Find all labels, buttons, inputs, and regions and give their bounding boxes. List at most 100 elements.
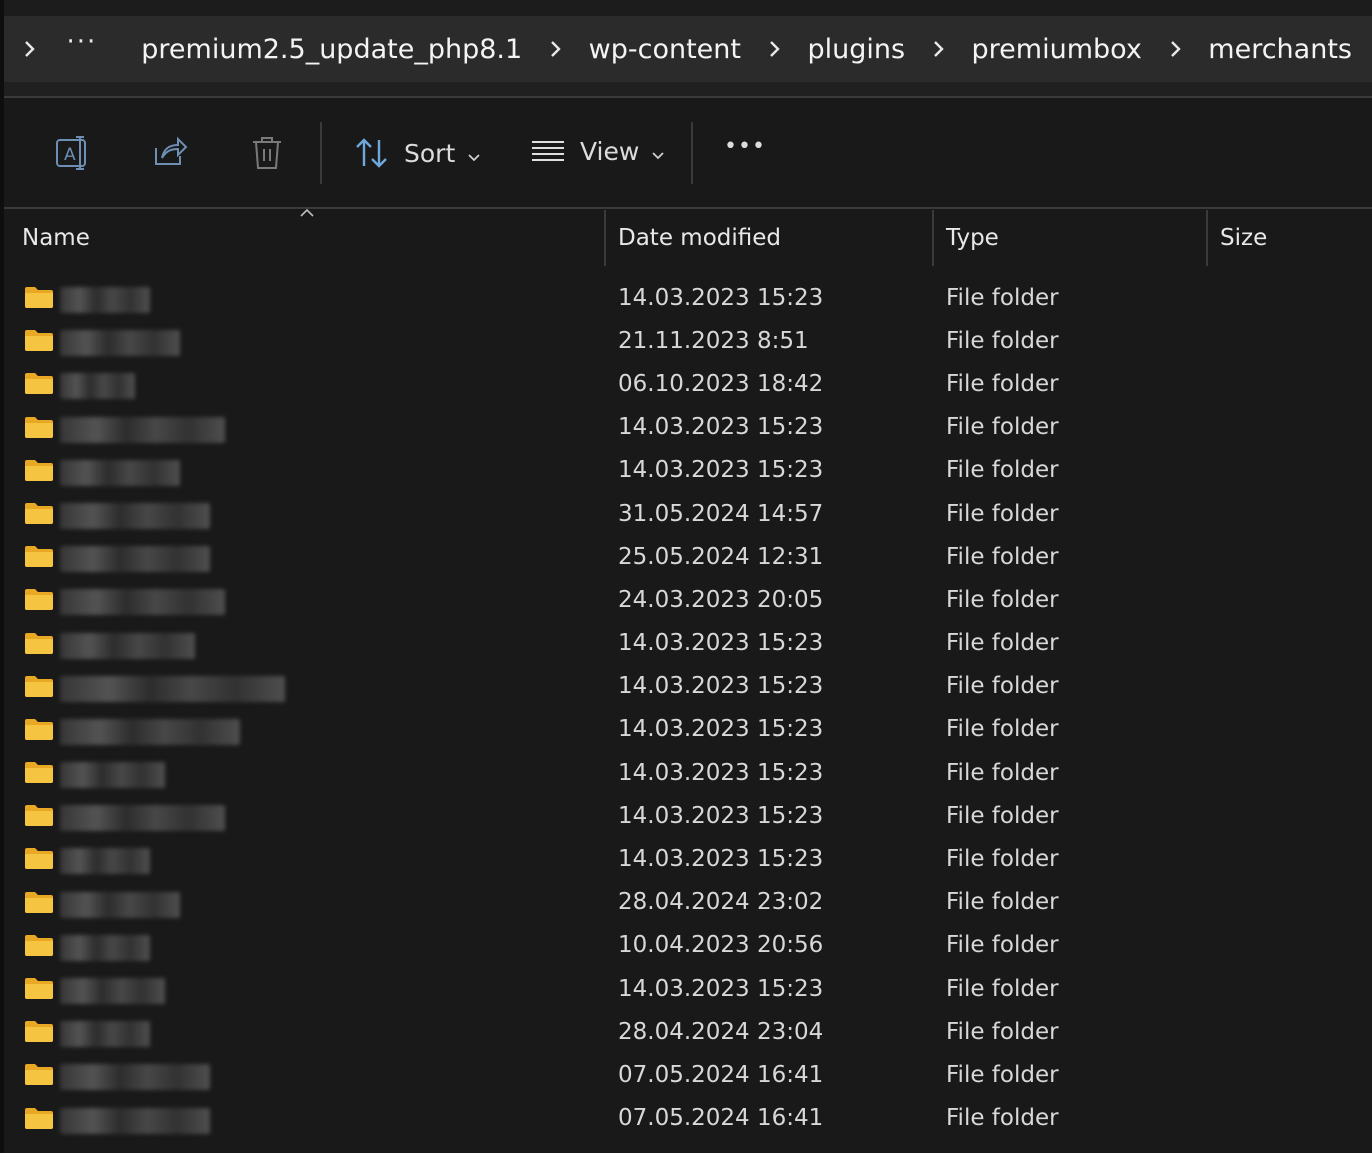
file-list: 14.03.2023 15:23 File folder 21.11.2023 8:… <box>0 276 1372 1140</box>
redacted-file-name <box>60 1021 150 1048</box>
trash-icon <box>250 134 284 172</box>
share-button[interactable] <box>152 134 188 170</box>
date-modified-cell: 25.05.2024 12:31 <box>618 543 824 570</box>
table-row[interactable]: 24.03.2023 20:05 File folder <box>0 578 1372 621</box>
table-row[interactable]: 07.05.2024 16:41 File folder <box>0 1097 1372 1140</box>
rename-icon: A <box>54 134 92 172</box>
redacted-file-name <box>60 546 210 573</box>
date-modified-cell: 10.04.2023 20:56 <box>618 932 824 959</box>
table-row[interactable]: 28.04.2024 23:04 File folder <box>0 1010 1372 1053</box>
command-bar: A Sort View ••• <box>4 98 1372 208</box>
date-modified-cell: 31.05.2024 14:57 <box>618 500 824 527</box>
view-button[interactable]: View <box>530 136 665 166</box>
breadcrumb-item-wp-content[interactable]: wp-content <box>569 34 761 65</box>
redacted-file-name <box>60 1107 210 1134</box>
redacted-file-name <box>60 589 225 616</box>
type-cell: File folder <box>946 1105 1059 1132</box>
redacted-file-name <box>60 805 225 832</box>
type-cell: File folder <box>946 802 1059 829</box>
redacted-file-name <box>60 459 180 486</box>
rename-button[interactable]: A <box>54 134 92 172</box>
column-header-type[interactable]: Type <box>946 210 1202 266</box>
folder-icon <box>25 718 53 740</box>
table-row[interactable]: 06.10.2023 18:42 File folder <box>0 362 1372 405</box>
folder-icon <box>25 589 53 611</box>
table-row[interactable]: 25.05.2024 12:31 File folder <box>0 535 1372 578</box>
date-modified-cell: 14.03.2023 15:23 <box>618 716 824 743</box>
table-row[interactable]: 10.04.2023 20:56 File folder <box>0 924 1372 967</box>
address-bar-gap <box>4 82 1372 96</box>
table-row[interactable]: 14.03.2023 15:23 File folder <box>0 794 1372 837</box>
folder-icon <box>25 416 53 438</box>
chevron-right-icon[interactable] <box>761 39 787 59</box>
column-divider[interactable] <box>932 210 934 266</box>
folder-icon <box>25 891 53 913</box>
breadcrumb-item-plugins[interactable]: plugins <box>787 34 925 65</box>
chevron-right-icon[interactable] <box>16 39 42 59</box>
table-row[interactable]: 14.03.2023 15:23 File folder <box>0 276 1372 319</box>
date-modified-cell: 14.03.2023 15:23 <box>618 457 824 484</box>
redacted-file-name <box>60 891 180 918</box>
table-row[interactable]: 14.03.2023 15:23 File folder <box>0 751 1372 794</box>
table-row[interactable]: 31.05.2024 14:57 File folder <box>0 492 1372 535</box>
redacted-file-name <box>60 675 285 702</box>
column-header-date-modified[interactable]: Date modified <box>618 210 928 266</box>
column-header-name[interactable]: Name <box>22 210 602 266</box>
folder-icon <box>25 373 53 395</box>
table-row[interactable]: 14.03.2023 15:23 File folder <box>0 622 1372 665</box>
date-modified-cell: 14.03.2023 15:23 <box>618 630 824 657</box>
folder-icon <box>25 1064 53 1086</box>
more-options-button[interactable]: ••• <box>724 134 766 159</box>
date-modified-cell: 24.03.2023 20:05 <box>618 586 824 613</box>
type-cell: File folder <box>946 284 1059 311</box>
sort-button[interactable]: Sort <box>354 136 481 170</box>
more-icon: ••• <box>724 134 766 159</box>
folder-icon <box>25 848 53 870</box>
chevron-right-icon[interactable] <box>1162 39 1188 59</box>
type-cell: File folder <box>946 370 1059 397</box>
sort-icon <box>354 136 390 170</box>
column-header-size[interactable]: Size <box>1220 210 1370 266</box>
breadcrumb-item-project[interactable]: premium2.5_update_php8.1 <box>121 34 542 65</box>
table-row[interactable]: 14.03.2023 15:23 File folder <box>0 449 1372 492</box>
table-row[interactable]: 21.11.2023 8:51 File folder <box>0 319 1372 362</box>
chevron-right-icon[interactable] <box>542 39 568 59</box>
delete-button[interactable] <box>250 134 284 172</box>
folder-icon <box>25 502 53 524</box>
type-cell: File folder <box>946 673 1059 700</box>
redacted-file-name <box>60 287 150 313</box>
table-row[interactable]: 14.03.2023 15:23 File folder <box>0 837 1372 880</box>
table-row[interactable]: 28.04.2024 23:02 File folder <box>0 881 1372 924</box>
date-modified-cell: 14.03.2023 15:23 <box>618 759 824 786</box>
folder-icon <box>25 762 53 784</box>
chevron-right-icon[interactable] <box>925 39 951 59</box>
redacted-file-name <box>60 373 135 400</box>
column-divider[interactable] <box>604 210 606 266</box>
date-modified-cell: 06.10.2023 18:42 <box>618 370 824 397</box>
redacted-file-name <box>60 718 240 745</box>
date-modified-cell: 14.03.2023 15:23 <box>618 284 824 311</box>
table-row[interactable]: 14.03.2023 15:23 File folder <box>0 708 1372 751</box>
redacted-file-name <box>60 762 165 789</box>
type-cell: File folder <box>946 1061 1059 1088</box>
breadcrumb-overflow-button[interactable]: ··· <box>42 27 121 71</box>
table-row[interactable]: 14.03.2023 15:23 File folder <box>0 967 1372 1010</box>
date-modified-cell: 28.04.2024 23:04 <box>618 1018 824 1045</box>
redacted-file-name <box>60 502 210 529</box>
type-cell: File folder <box>946 846 1059 873</box>
table-row[interactable]: 14.03.2023 15:23 File folder <box>0 406 1372 449</box>
folder-icon <box>25 330 53 352</box>
date-modified-cell: 28.04.2024 23:02 <box>618 889 824 916</box>
redacted-file-name <box>60 416 225 443</box>
breadcrumb-item-merchants[interactable]: merchants <box>1188 34 1372 65</box>
type-cell: File folder <box>946 630 1059 657</box>
toolbar-divider <box>320 122 322 184</box>
table-row[interactable]: 14.03.2023 15:23 File folder <box>0 665 1372 708</box>
table-row[interactable]: 07.05.2024 16:41 File folder <box>0 1053 1372 1096</box>
type-cell: File folder <box>946 500 1059 527</box>
column-divider[interactable] <box>1206 210 1208 266</box>
type-cell: File folder <box>946 327 1059 354</box>
breadcrumb-item-premiumbox[interactable]: premiumbox <box>952 34 1162 65</box>
type-cell: File folder <box>946 543 1059 570</box>
type-cell: File folder <box>946 1018 1059 1045</box>
